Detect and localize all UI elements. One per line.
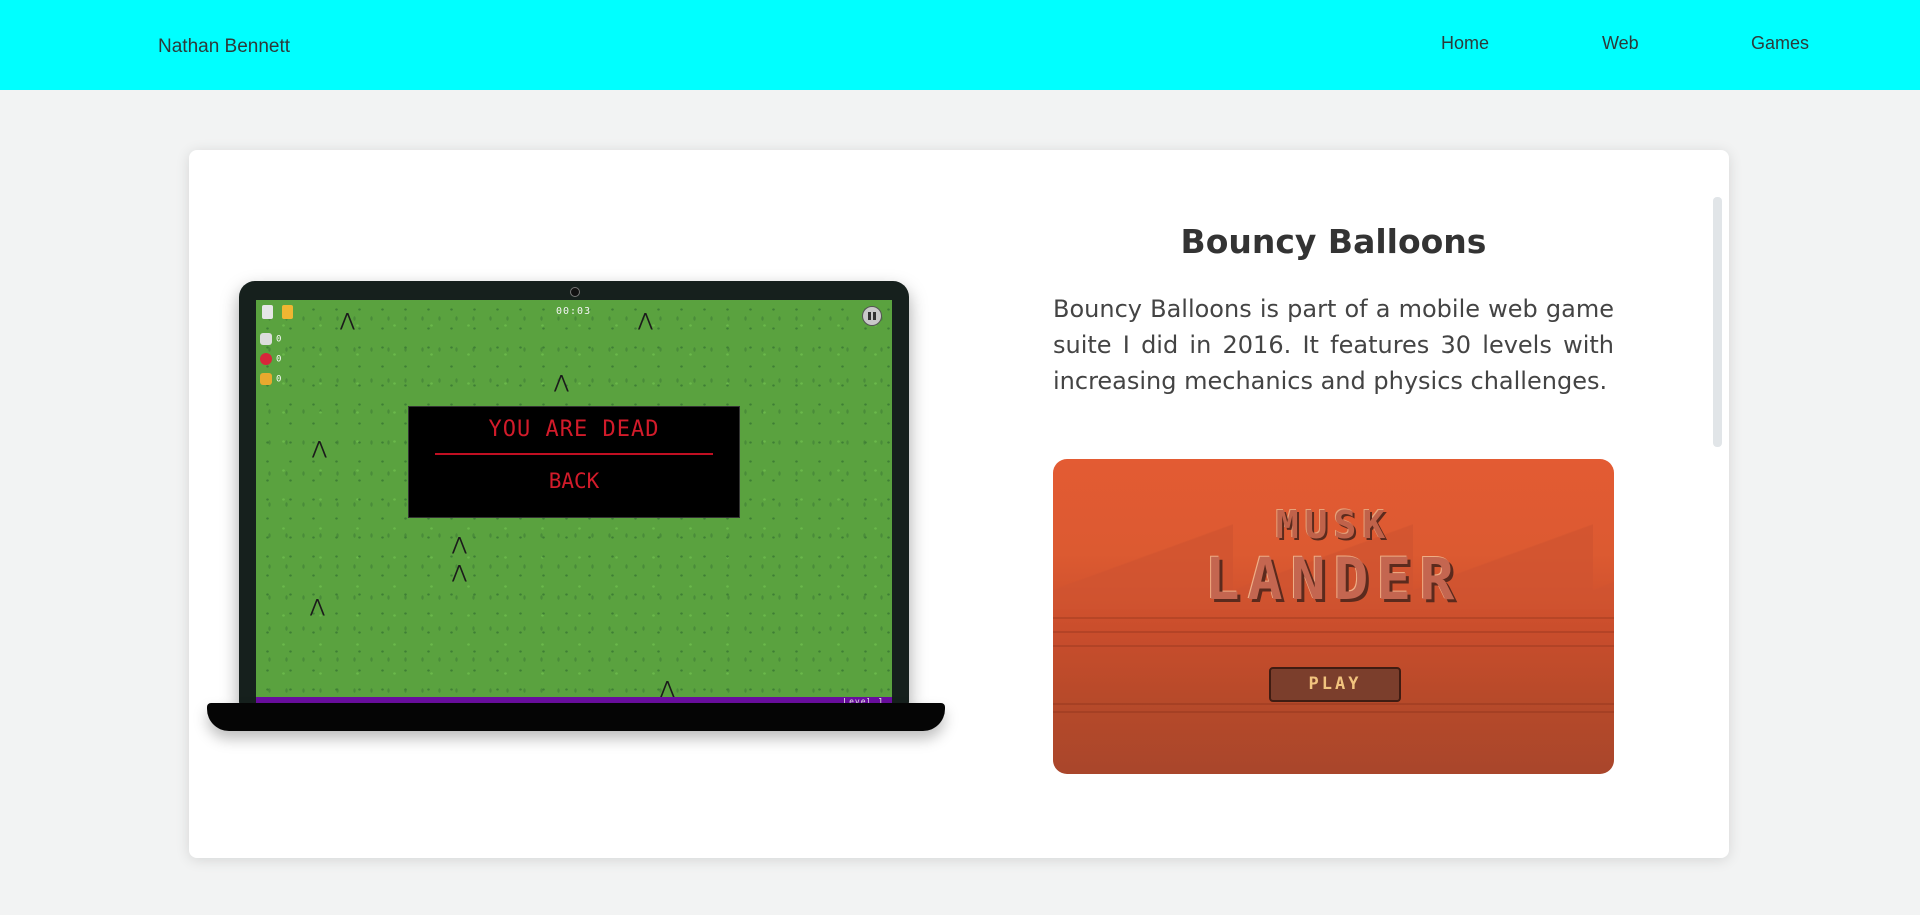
dialog-divider bbox=[435, 453, 713, 455]
bat-icon: ⋀ bbox=[310, 596, 325, 617]
game-screen[interactable]: 0 0 0 00:03 ⋀ ⋀ ⋀ ⋀ ⋀ ⋀ ⋀ ⋀ YOU ARE DEAD… bbox=[256, 300, 892, 707]
play-button[interactable]: PLAY bbox=[1269, 667, 1401, 702]
stripe bbox=[1053, 703, 1614, 705]
torch-icon bbox=[282, 305, 294, 319]
camera-icon bbox=[570, 287, 580, 297]
bat-icon: ⋀ bbox=[638, 310, 653, 331]
bat-icon: ⋀ bbox=[312, 438, 327, 459]
game-over-title: YOU ARE DEAD bbox=[488, 417, 660, 442]
stripe bbox=[1053, 631, 1614, 633]
hud-coins: 0 bbox=[260, 373, 281, 385]
stripe bbox=[1053, 711, 1614, 713]
project-description: Bouncy Balloons is part of a mobile web … bbox=[1053, 295, 1614, 395]
stripe bbox=[1053, 617, 1614, 619]
logo-musk: MUSK bbox=[1275, 503, 1392, 547]
bat-icon: ⋀ bbox=[554, 372, 569, 393]
logo-lander: LANDER bbox=[1204, 545, 1463, 613]
bat-icon: ⋀ bbox=[660, 678, 675, 699]
deaths-count: 0 bbox=[276, 354, 282, 365]
pause-icon[interactable] bbox=[862, 306, 882, 326]
hud-kills: 0 bbox=[260, 333, 281, 345]
back-button[interactable]: BACK bbox=[409, 469, 739, 493]
stripe bbox=[1053, 645, 1614, 647]
enemy-icon bbox=[260, 353, 272, 365]
brand-link[interactable]: Nathan Bennett bbox=[158, 36, 290, 58]
nav-games[interactable]: Games bbox=[1751, 33, 1809, 54]
hud-icons bbox=[262, 304, 294, 323]
bat-icon: ⋀ bbox=[340, 310, 355, 331]
game-thumbnail[interactable]: MUSK LANDER PLAY bbox=[1053, 459, 1614, 774]
skull-key-icon bbox=[262, 305, 273, 319]
hud-deaths: 0 bbox=[260, 353, 281, 365]
site-header: Nathan Bennett Home Web Games bbox=[0, 0, 1920, 90]
coins-icon bbox=[260, 373, 272, 385]
bat-icon: ⋀ bbox=[452, 534, 467, 555]
kills-count: 0 bbox=[276, 334, 282, 345]
laptop-base bbox=[207, 703, 945, 731]
nav-web[interactable]: Web bbox=[1602, 33, 1639, 54]
card-scrollbar[interactable] bbox=[1713, 197, 1722, 447]
bat-icon: ⋀ bbox=[452, 562, 467, 583]
nav-home[interactable]: Home bbox=[1441, 33, 1489, 54]
game-over-dialog: YOU ARE DEAD BACK bbox=[408, 406, 740, 518]
skull-icon bbox=[260, 333, 272, 345]
game-timer: 00:03 bbox=[556, 306, 592, 317]
coins-count: 0 bbox=[276, 374, 282, 385]
laptop-mockup: 0 0 0 00:03 ⋀ ⋀ ⋀ ⋀ ⋀ ⋀ ⋀ ⋀ YOU ARE DEAD… bbox=[207, 281, 945, 731]
project-title: Bouncy Balloons bbox=[1180, 222, 1487, 261]
